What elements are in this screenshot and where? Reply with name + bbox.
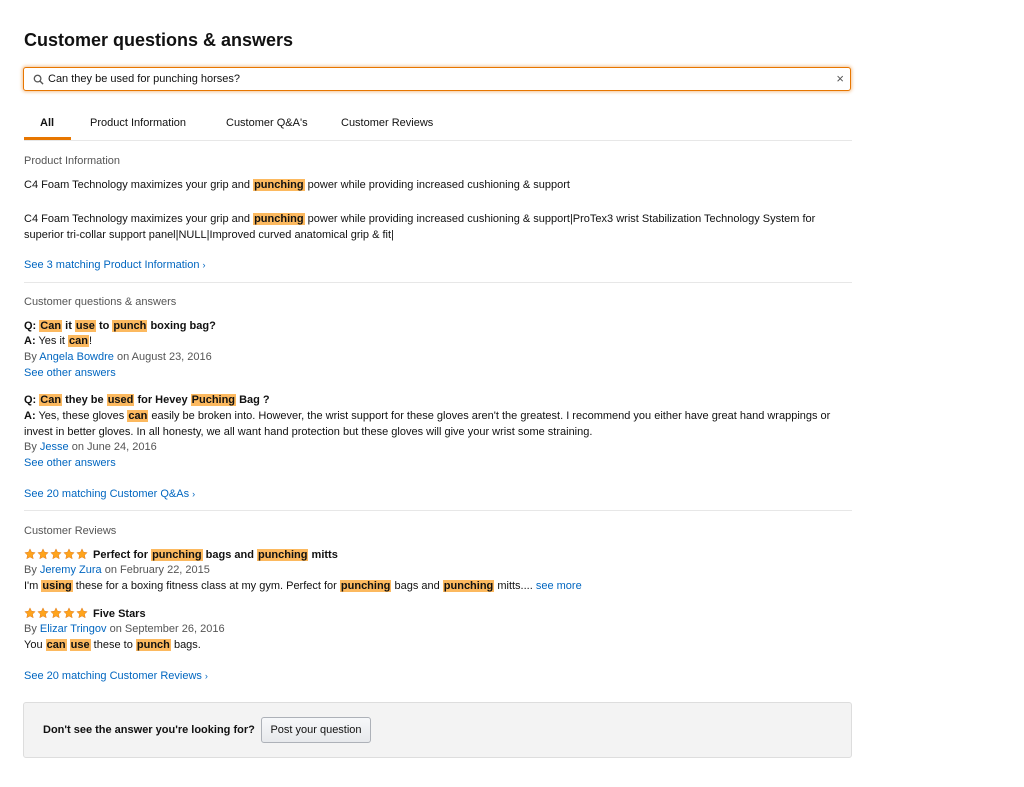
post-question-prompt: Don't see the answer you're looking for? — [43, 724, 255, 736]
tab-customer-qas[interactable]: Customer Q&A's — [226, 117, 308, 129]
product-info-item: C4 Foam Technology maximizes your grip a… — [24, 213, 816, 225]
star-icon — [37, 548, 49, 560]
chevron-right-icon: › — [192, 489, 196, 499]
answer-text: A: Yes it can! — [24, 335, 93, 347]
review-title: Five Stars — [24, 607, 146, 622]
section-divider — [24, 282, 852, 283]
product-info-item-line2: superior tri-collar support panel|NULL|I… — [24, 229, 394, 241]
search-box[interactable]: × — [23, 67, 851, 91]
answer-byline: By Angela Bowdre on August 23, 2016 — [24, 351, 212, 363]
see-other-answers-link[interactable]: See other answers — [24, 457, 116, 469]
star-rating — [24, 607, 89, 622]
review-byline: By Jeremy Zura on February 22, 2015 — [24, 564, 210, 576]
star-icon — [50, 607, 62, 619]
question-text: Q: Can they be used for Hevey Puching Ba… — [24, 394, 270, 406]
qa-heading: Customer questions & answers — [24, 296, 177, 308]
reviews-heading: Customer Reviews — [24, 525, 117, 537]
author-link[interactable]: Jesse — [40, 441, 69, 453]
see-matching-product-info-link[interactable]: See 3 matching Product Information › — [24, 259, 205, 271]
review-body: You can use these to punch bags. — [24, 639, 201, 651]
post-question-button[interactable]: Post your question — [261, 717, 371, 743]
search-icon — [33, 74, 44, 85]
star-rating — [24, 548, 89, 563]
star-icon — [76, 548, 88, 560]
close-icon[interactable]: × — [836, 72, 844, 86]
chevron-right-icon: › — [204, 671, 208, 681]
tab-customer-reviews[interactable]: Customer Reviews — [341, 117, 433, 129]
review-body: I'm using these for a boxing fitness cla… — [24, 580, 582, 592]
tab-all[interactable]: All — [40, 117, 54, 129]
page-title: Customer questions & answers — [24, 30, 294, 50]
review-title: Perfect for punching bags and punching m… — [24, 548, 338, 563]
answer-byline: By Jesse on June 24, 2016 — [24, 441, 157, 453]
review-byline: By Elizar Tringov on September 26, 2016 — [24, 623, 225, 635]
star-icon — [76, 607, 88, 619]
question-text: Q: Can it use to punch boxing bag? — [24, 320, 216, 332]
answer-text: A: Yes, these gloves can easily be broke… — [24, 410, 831, 422]
author-link[interactable]: Elizar Tringov — [40, 623, 107, 635]
product-info-item: C4 Foam Technology maximizes your grip a… — [24, 179, 570, 191]
star-icon — [63, 607, 75, 619]
product-info-heading: Product Information — [24, 155, 120, 167]
star-icon — [63, 548, 75, 560]
author-link[interactable]: Angela Bowdre — [39, 351, 114, 363]
tabs-divider — [24, 140, 852, 141]
see-other-answers-link[interactable]: See other answers — [24, 367, 116, 379]
post-question-panel: Don't see the answer you're looking for?… — [23, 702, 852, 758]
see-matching-reviews-link[interactable]: See 20 matching Customer Reviews › — [24, 670, 208, 682]
search-input[interactable] — [48, 71, 828, 87]
star-icon — [24, 548, 36, 560]
star-icon — [24, 607, 36, 619]
section-divider — [24, 510, 852, 511]
author-link[interactable]: Jeremy Zura — [40, 564, 102, 576]
star-icon — [50, 548, 62, 560]
answer-text-line2: invest in better gloves. In all honesty,… — [24, 426, 593, 438]
search-highlight: punching — [253, 179, 305, 191]
star-icon — [37, 607, 49, 619]
chevron-right-icon: › — [202, 260, 206, 270]
tab-product-information[interactable]: Product Information — [90, 117, 186, 129]
search-highlight: punching — [253, 213, 305, 225]
see-more-link[interactable]: see more — [536, 580, 582, 592]
see-matching-qas-link[interactable]: See 20 matching Customer Q&As › — [24, 488, 195, 500]
